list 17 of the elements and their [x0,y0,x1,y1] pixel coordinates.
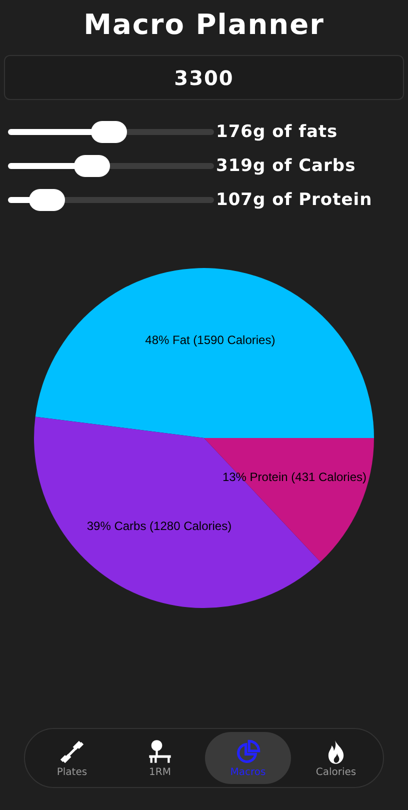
dumbbell-icon [59,738,85,764]
app-title: Macro Planner [84,8,324,41]
bench-press-icon [147,738,173,764]
tab[interactable]: Calories [293,732,379,784]
pie-chart-icon [235,738,261,764]
tab[interactable]: Plates [29,732,115,784]
macro-slider[interactable] [8,188,214,210]
macro-slider[interactable] [8,120,214,142]
tab[interactable]: 1RM [117,732,203,784]
macro-slider[interactable] [8,154,214,176]
calories-field[interactable]: 3300 [4,55,404,100]
slice-label: 39% Carbs (1280 Calories) [86,518,232,533]
macro-reading: 319g of Carbs [216,156,356,176]
macro-reading: 176g of fats [216,122,338,142]
slice-label: 48% Fat (1590 Calories) [145,332,276,347]
slice-label: 13% Protein (431 Calories) [222,470,367,484]
macro-reading: 107g of Protein [216,190,372,210]
